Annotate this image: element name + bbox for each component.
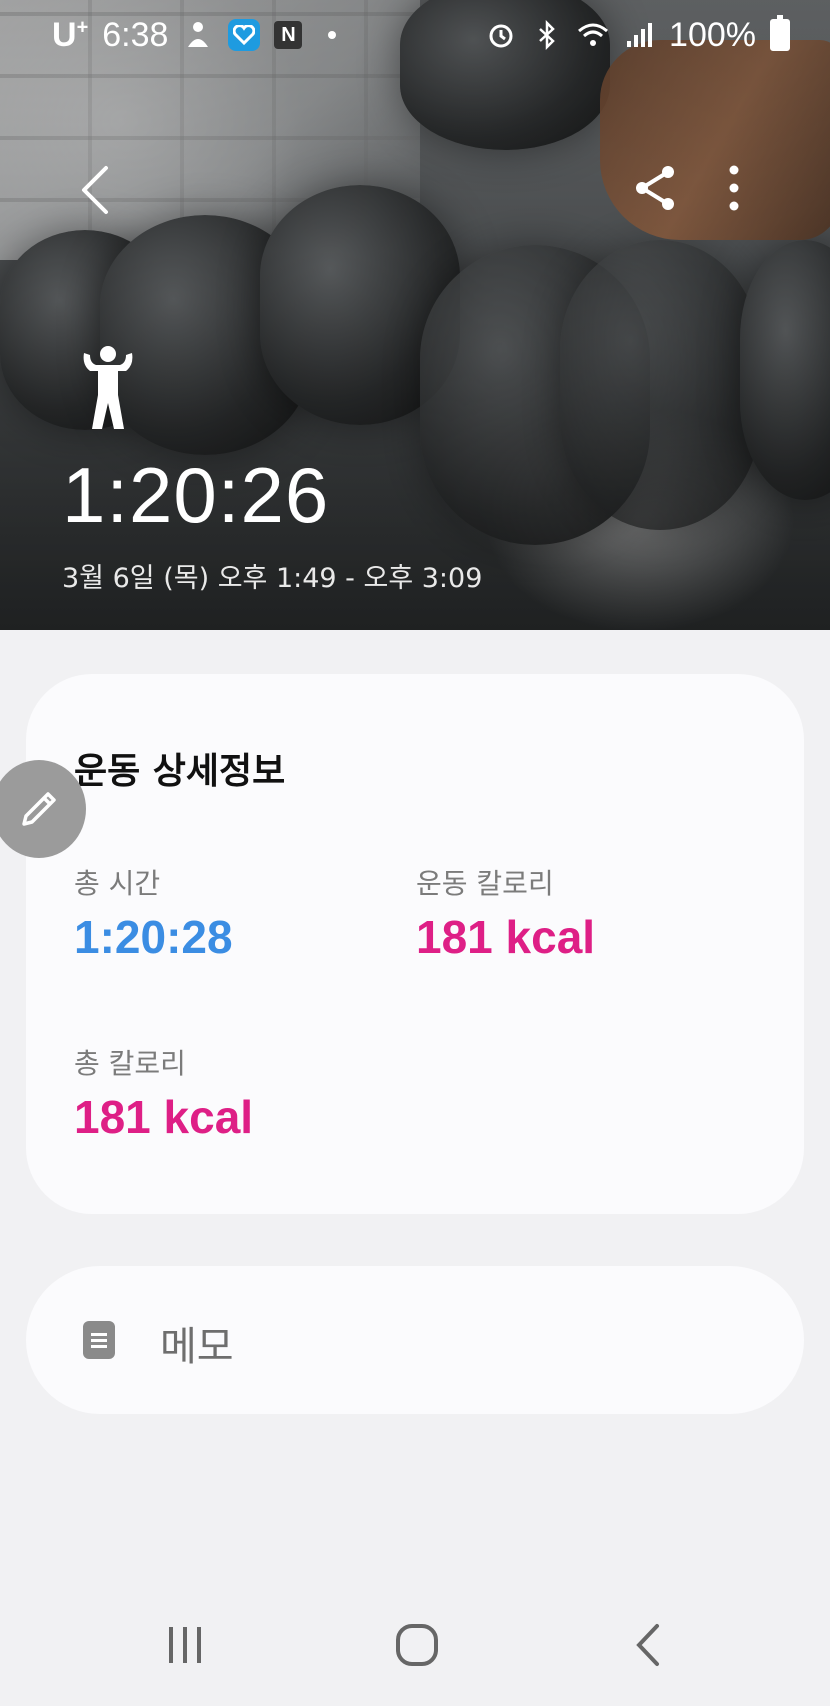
strength-person-icon — [78, 345, 138, 430]
workout-duration: 1:20:26 — [62, 451, 330, 539]
memo-label: 메모 — [160, 1324, 234, 1370]
share-button[interactable] — [628, 160, 684, 216]
memo-card[interactable]: 메모 — [26, 1266, 804, 1414]
battery-percent: 100% — [669, 15, 756, 54]
exercise-details-card: 운동 상세정보 총 시간 1:20:28 운동 칼로리 181 kcal 총 칼… — [26, 674, 804, 1214]
exercise-calories-value: 181 kcal — [416, 911, 596, 963]
home-button[interactable] — [382, 1610, 452, 1680]
system-nav-bar — [0, 1590, 830, 1690]
dot-icon — [316, 19, 348, 51]
back-button[interactable] — [70, 160, 120, 220]
heart-app-icon — [228, 19, 261, 51]
more-options-button[interactable] — [714, 160, 754, 216]
home-icon — [396, 1624, 438, 1666]
alarm-icon — [485, 19, 517, 51]
back-icon — [636, 1624, 659, 1666]
total-time-label: 총 시간 — [74, 867, 161, 900]
workout-date-range: 3월 6일 (목) 오후 1:49 - 오후 3:09 — [62, 563, 483, 594]
memo-icon — [83, 1321, 115, 1359]
clock: 6:38 — [102, 15, 169, 54]
person-icon — [182, 19, 214, 51]
signal-icon — [623, 19, 655, 51]
total-time-value: 1:20:28 — [74, 911, 233, 963]
total-calories-value: 181 kcal — [74, 1091, 254, 1143]
total-calories-stat: 총 칼로리 181 kcal — [74, 1042, 253, 1144]
bluetooth-icon — [531, 19, 563, 51]
exercise-calories-stat: 운동 칼로리 181 kcal — [416, 862, 595, 964]
battery-icon — [770, 15, 790, 51]
recent-apps-button[interactable] — [150, 1610, 220, 1680]
n-app-icon: N — [274, 21, 303, 49]
workout-detail-screen: U+ 6:38 N 100% 1:20:26 3월 6일 (목) 오후 1:49… — [0, 0, 830, 1706]
carrier-label: U+ — [52, 15, 89, 54]
pencil-icon — [22, 792, 56, 826]
status-bar: U+ 6:38 N 100% — [0, 0, 830, 70]
total-time-stat: 총 시간 1:20:28 — [74, 862, 233, 964]
details-title: 운동 상세정보 — [74, 751, 286, 792]
wifi-icon — [577, 19, 609, 51]
more-vertical-icon — [729, 165, 739, 211]
chevron-left-icon — [82, 166, 108, 214]
total-calories-label: 총 칼로리 — [74, 1047, 186, 1080]
nav-back-button[interactable] — [614, 1610, 684, 1680]
share-icon — [636, 166, 674, 210]
recent-apps-icon — [169, 1627, 201, 1663]
exercise-calories-label: 운동 칼로리 — [416, 867, 554, 900]
